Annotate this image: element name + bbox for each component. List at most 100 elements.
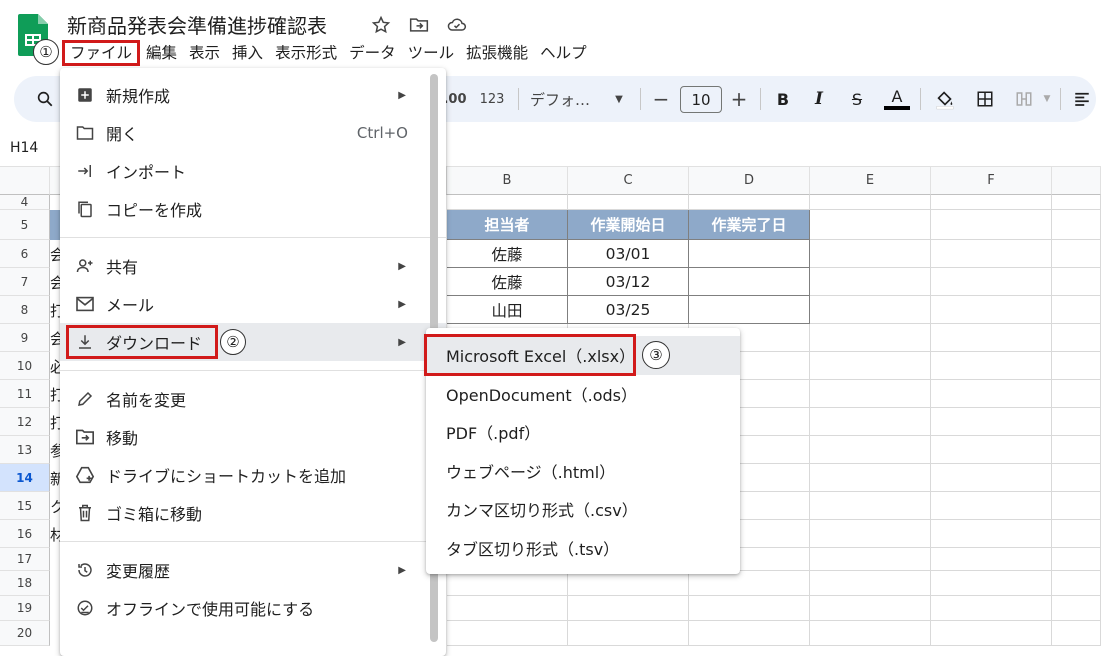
column-a-cell[interactable] bbox=[50, 195, 60, 210]
row-header[interactable]: 10 bbox=[0, 352, 50, 380]
row-header[interactable]: 9 bbox=[0, 324, 50, 352]
grid-cell[interactable] bbox=[931, 268, 1052, 296]
menu-format[interactable]: 表示形式 bbox=[269, 40, 343, 66]
column-a-cell[interactable]: 会 bbox=[50, 324, 60, 352]
row-header[interactable]: 8 bbox=[0, 296, 50, 324]
strikethrough-button[interactable]: S bbox=[846, 86, 868, 112]
grid-cell[interactable] bbox=[810, 548, 931, 571]
table-cell[interactable] bbox=[689, 240, 810, 268]
grid-cell[interactable] bbox=[1052, 408, 1101, 436]
grid-cell[interactable] bbox=[1052, 240, 1101, 268]
table-cell[interactable] bbox=[689, 296, 810, 324]
grid-cell[interactable] bbox=[810, 240, 931, 268]
column-header-e[interactable]: E bbox=[810, 167, 931, 195]
row-header[interactable]: 16 bbox=[0, 520, 50, 548]
italic-button[interactable]: I bbox=[808, 86, 830, 112]
grid-cell[interactable] bbox=[447, 195, 568, 210]
menu-item-offline[interactable]: オフラインで使用可能にする bbox=[60, 589, 446, 627]
menu-extensions[interactable]: 拡張機能 bbox=[460, 40, 534, 66]
table-cell[interactable]: 03/01 bbox=[568, 240, 689, 268]
grid-cell[interactable] bbox=[931, 408, 1052, 436]
grid-cell[interactable] bbox=[810, 296, 931, 324]
grid-cell[interactable] bbox=[810, 380, 931, 408]
grid-cell[interactable] bbox=[931, 596, 1052, 621]
column-a-cell[interactable]: ク bbox=[50, 492, 60, 520]
submenu-item-xlsx[interactable]: Microsoft Excel（.xlsx） ③ bbox=[424, 334, 740, 376]
menu-item-share[interactable]: 共有 ▶ bbox=[60, 247, 446, 285]
grid-cell[interactable] bbox=[1052, 380, 1101, 408]
merge-cells-icon[interactable] bbox=[1012, 86, 1036, 112]
grid-cell[interactable] bbox=[1052, 520, 1101, 548]
row-header[interactable]: 13 bbox=[0, 436, 50, 464]
corner-select-all[interactable] bbox=[0, 167, 50, 195]
number-format-button[interactable]: 123 bbox=[476, 86, 508, 112]
row-header[interactable]: 20 bbox=[0, 621, 50, 646]
grid-cell[interactable] bbox=[931, 240, 1052, 268]
column-header-g[interactable] bbox=[1052, 167, 1101, 195]
row-header[interactable]: 15 bbox=[0, 492, 50, 520]
font-size-input[interactable]: 10 bbox=[680, 86, 722, 113]
grid-cell[interactable] bbox=[931, 324, 1052, 352]
chevron-down-icon[interactable]: ▼ bbox=[1040, 86, 1054, 112]
font-size-increase-button[interactable]: + bbox=[728, 86, 750, 112]
grid-cell[interactable] bbox=[931, 464, 1052, 492]
submenu-item-html[interactable]: ウェブページ（.html） bbox=[426, 452, 740, 491]
grid-cell[interactable] bbox=[1052, 492, 1101, 520]
column-a-cell[interactable]: 参 bbox=[50, 436, 60, 464]
document-title[interactable]: 新商品発表会準備進捗確認表 bbox=[67, 10, 327, 39]
grid-cell[interactable] bbox=[810, 268, 931, 296]
column-a-cell[interactable]: 新 bbox=[50, 464, 60, 492]
row-header[interactable]: 4 bbox=[0, 195, 50, 210]
cloud-status-icon[interactable] bbox=[446, 14, 468, 36]
menu-insert[interactable]: 挿入 bbox=[226, 40, 269, 66]
table-cell[interactable]: 佐藤 bbox=[447, 268, 568, 296]
grid-cell[interactable] bbox=[1052, 571, 1101, 596]
column-a-cell[interactable] bbox=[50, 548, 60, 571]
fill-color-icon[interactable] bbox=[932, 86, 958, 112]
grid-cell[interactable] bbox=[447, 571, 568, 596]
table-cell[interactable]: 03/25 bbox=[568, 296, 689, 324]
font-size-decrease-button[interactable]: − bbox=[650, 86, 672, 112]
menu-view[interactable]: 表示 bbox=[183, 40, 226, 66]
column-a-cell[interactable]: 打 bbox=[50, 408, 60, 436]
grid-cell[interactable] bbox=[931, 352, 1052, 380]
row-header[interactable]: 18 bbox=[0, 571, 50, 596]
menu-item-new[interactable]: 新規作成 ▶ bbox=[60, 76, 446, 114]
menu-help[interactable]: ヘルプ bbox=[534, 40, 593, 66]
grid-cell[interactable] bbox=[447, 621, 568, 646]
menu-item-import[interactable]: インポート bbox=[60, 152, 446, 190]
grid-cell[interactable] bbox=[1052, 268, 1101, 296]
star-icon[interactable] bbox=[370, 14, 392, 36]
column-a-cell[interactable]: 会 bbox=[50, 268, 60, 296]
submenu-item-csv[interactable]: カンマ区切り形式（.csv） bbox=[426, 490, 740, 529]
grid-cell[interactable] bbox=[689, 621, 810, 646]
grid-cell[interactable] bbox=[931, 195, 1052, 210]
menu-item-make-copy[interactable]: コピーを作成 bbox=[60, 190, 446, 228]
table-header-end-date[interactable]: 作業完了日 bbox=[689, 210, 810, 240]
submenu-item-ods[interactable]: OpenDocument（.ods） bbox=[426, 375, 740, 414]
grid-cell[interactable] bbox=[810, 596, 931, 621]
column-header-d[interactable]: D bbox=[689, 167, 810, 195]
column-a-cell[interactable] bbox=[50, 596, 60, 621]
column-header-b[interactable]: B bbox=[447, 167, 568, 195]
table-header-assignee[interactable]: 担当者 bbox=[447, 210, 568, 240]
decrease-decimal-icon[interactable]: .00 bbox=[443, 86, 466, 112]
column-a-cell[interactable]: 打 bbox=[50, 296, 60, 324]
text-color-button[interactable]: A bbox=[884, 86, 910, 110]
grid-cell[interactable] bbox=[810, 492, 931, 520]
grid-cell[interactable] bbox=[931, 210, 1052, 240]
menu-item-download[interactable]: ダウンロード ② ▶ bbox=[60, 323, 446, 361]
column-a-cell[interactable]: 必 bbox=[50, 352, 60, 380]
submenu-item-pdf[interactable]: PDF（.pdf） bbox=[426, 413, 740, 452]
menu-item-trash[interactable]: ゴミ箱に移動 bbox=[60, 494, 446, 532]
menu-item-email[interactable]: メール ▶ bbox=[60, 285, 446, 323]
table-header-start-date[interactable]: 作業開始日 bbox=[568, 210, 689, 240]
menu-item-move[interactable]: 移動 bbox=[60, 418, 446, 456]
submenu-item-tsv[interactable]: タブ区切り形式（.tsv） bbox=[426, 529, 740, 568]
name-box[interactable]: H14 bbox=[10, 140, 38, 156]
grid-cell[interactable] bbox=[810, 621, 931, 646]
grid-cell[interactable] bbox=[1052, 596, 1101, 621]
row-header[interactable]: 17 bbox=[0, 548, 50, 571]
menu-tools[interactable]: ツール bbox=[402, 40, 461, 66]
table-cell[interactable]: 03/12 bbox=[568, 268, 689, 296]
